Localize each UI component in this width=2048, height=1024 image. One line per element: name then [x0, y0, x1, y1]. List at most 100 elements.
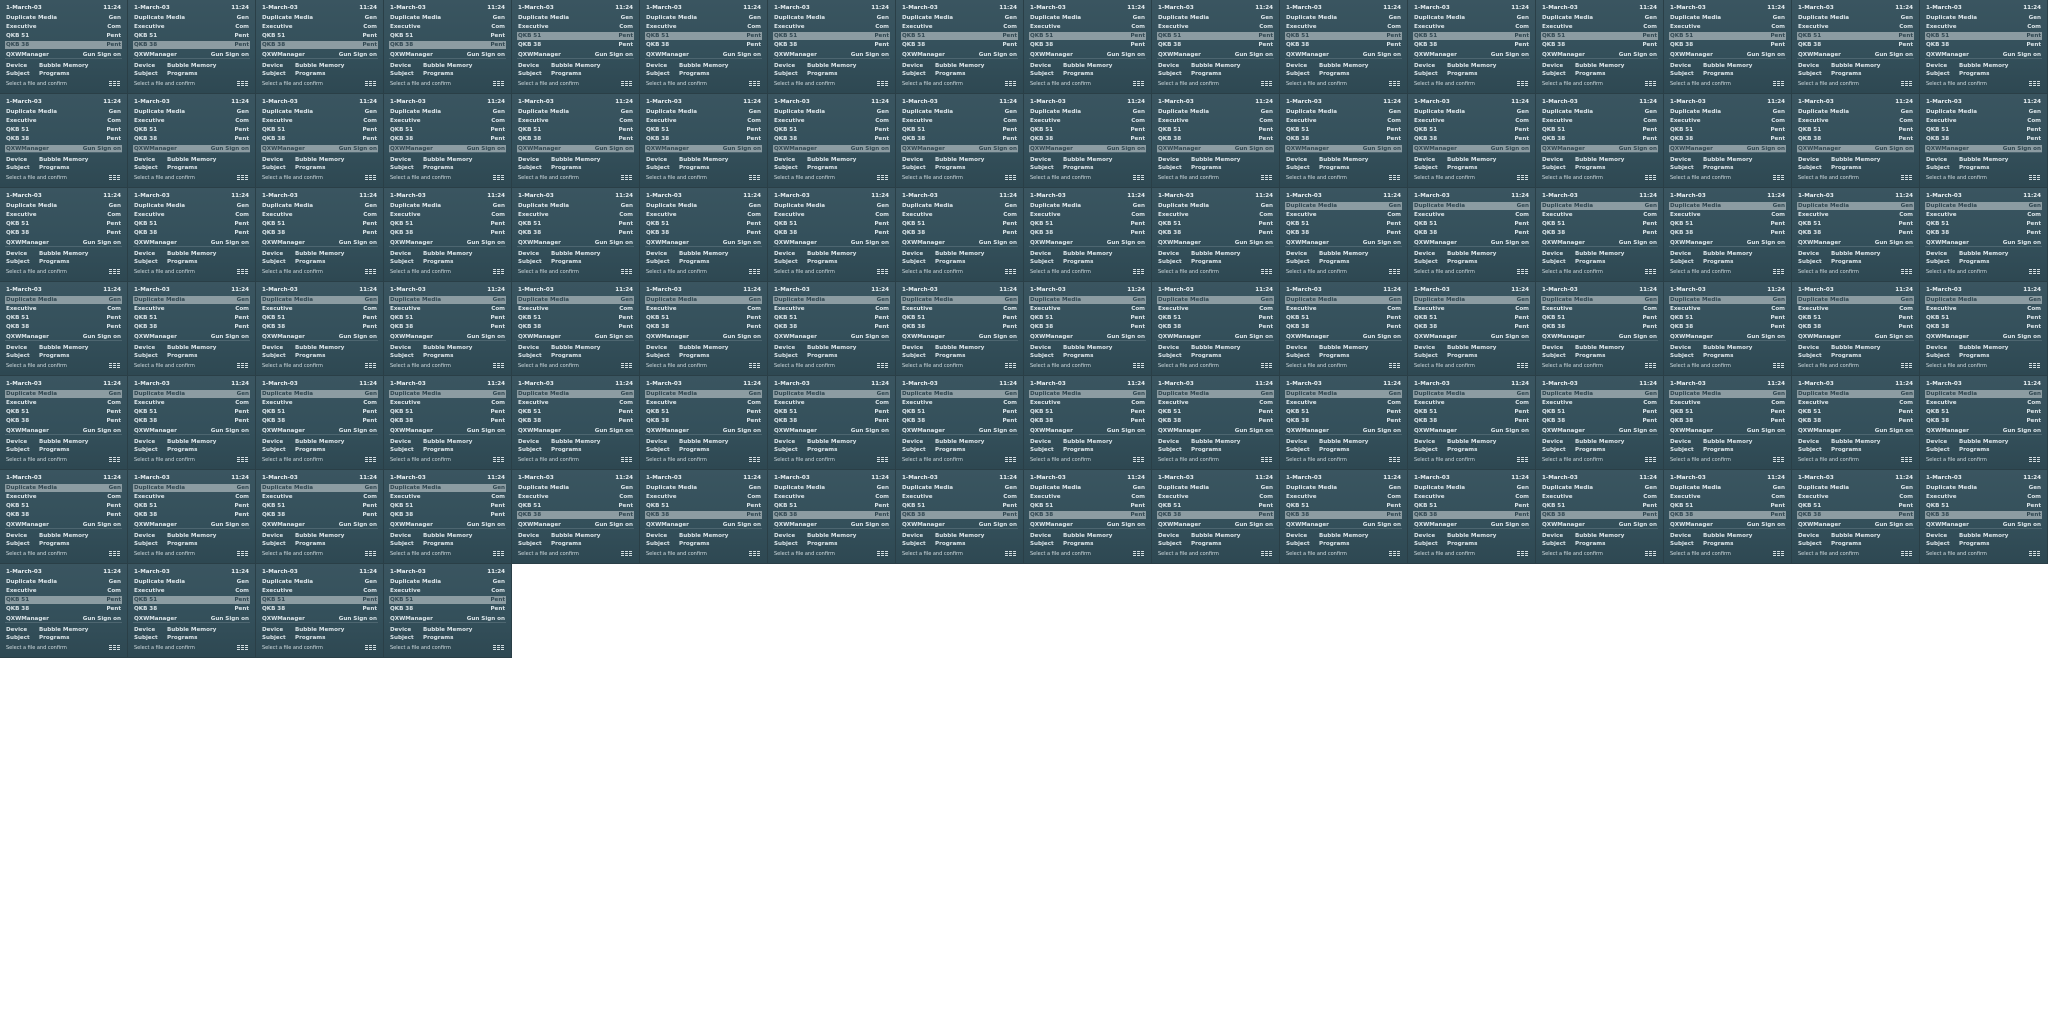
menu-item[interactable]: QKB 38 Pent: [133, 417, 250, 425]
menu-item[interactable]: QKB 51 Pent: [1413, 502, 1530, 510]
menu-item[interactable]: QKB 38 Pent: [1541, 323, 1658, 331]
menu-item[interactable]: QKB 51 Pent: [1925, 32, 2042, 40]
menu-item[interactable]: Executive Com: [1669, 399, 1786, 407]
menu-item[interactable]: QKB 38 Pent: [261, 41, 378, 49]
menu-item[interactable]: QKB 38 Pent: [517, 41, 634, 49]
menu-item[interactable]: Executive Com: [1285, 399, 1402, 407]
menu-item[interactable]: Duplicate Media Gen: [261, 202, 378, 210]
menu-item[interactable]: QKB 51 Pent: [261, 502, 378, 510]
menu-item[interactable]: QKB 51 Pent: [1157, 502, 1274, 510]
menu-item[interactable]: Duplicate Media Gen: [1797, 390, 1914, 398]
menu-item[interactable]: Duplicate Media Gen: [1797, 484, 1914, 492]
keyboard-icon[interactable]: [877, 81, 888, 87]
menu-item[interactable]: Duplicate Media Gen: [1669, 296, 1786, 304]
menu-item[interactable]: Executive Com: [1029, 211, 1146, 219]
menu-item[interactable]: Executive Com: [1925, 399, 2042, 407]
menu-item[interactable]: Executive Com: [1285, 305, 1402, 313]
keyboard-icon[interactable]: [749, 81, 760, 87]
menu-item[interactable]: Duplicate Media Gen: [389, 108, 506, 116]
menu-item[interactable]: Duplicate Media Gen: [773, 14, 890, 22]
menu-item[interactable]: QKB 38 Pent: [517, 511, 634, 519]
menu-item[interactable]: QKB 38 Pent: [517, 417, 634, 425]
menu-item[interactable]: Duplicate Media Gen: [133, 484, 250, 492]
keyboard-icon[interactable]: [749, 457, 760, 463]
keyboard-icon[interactable]: [237, 81, 248, 87]
menu-item[interactable]: Duplicate Media Gen: [1285, 202, 1402, 210]
menu-item[interactable]: QKB 38 Pent: [901, 41, 1018, 49]
menu-item[interactable]: Executive Com: [261, 305, 378, 313]
keyboard-icon[interactable]: [1261, 81, 1272, 87]
menu-item[interactable]: QKB 51 Pent: [389, 32, 506, 40]
menu-item[interactable]: QKB 51 Pent: [1029, 408, 1146, 416]
menu-item[interactable]: Executive Com: [1285, 211, 1402, 219]
menu-item[interactable]: QKB 51 Pent: [1029, 502, 1146, 510]
keyboard-icon[interactable]: [365, 175, 376, 181]
keyboard-icon[interactable]: [1389, 457, 1400, 463]
menu-item[interactable]: Duplicate Media Gen: [645, 14, 762, 22]
keyboard-icon[interactable]: [1517, 81, 1528, 87]
menu-item[interactable]: Duplicate Media Gen: [5, 108, 122, 116]
menu-item[interactable]: QKB 38 Pent: [1797, 417, 1914, 425]
keyboard-icon[interactable]: [749, 175, 760, 181]
menu-item[interactable]: QKB 51 Pent: [645, 314, 762, 322]
menu-item[interactable]: Executive Com: [1797, 399, 1914, 407]
menu-item[interactable]: Duplicate Media Gen: [1669, 390, 1786, 398]
menu-item[interactable]: Executive Com: [1541, 23, 1658, 31]
menu-item[interactable]: Executive Com: [261, 587, 378, 595]
menu-item[interactable]: QKB 51 Pent: [517, 126, 634, 134]
menu-item[interactable]: QKB 51 Pent: [773, 126, 890, 134]
menu-item[interactable]: Duplicate Media Gen: [1285, 296, 1402, 304]
menu-item[interactable]: Duplicate Media Gen: [1029, 296, 1146, 304]
menu-item[interactable]: QKB 38 Pent: [1669, 323, 1786, 331]
menu-item[interactable]: Executive Com: [389, 211, 506, 219]
keyboard-icon[interactable]: [749, 269, 760, 275]
menu-item[interactable]: QKB 38 Pent: [1925, 417, 2042, 425]
menu-item[interactable]: Duplicate Media Gen: [133, 202, 250, 210]
menu-item[interactable]: Duplicate Media Gen: [901, 108, 1018, 116]
menu-item[interactable]: QKB 51 Pent: [133, 502, 250, 510]
menu-item[interactable]: Executive Com: [1925, 211, 2042, 219]
menu-item[interactable]: QKB 38 Pent: [1285, 41, 1402, 49]
menu-item[interactable]: QKB 38 Pent: [1029, 41, 1146, 49]
menu-item[interactable]: Executive Com: [261, 23, 378, 31]
menu-item[interactable]: QKB 38 Pent: [1797, 41, 1914, 49]
menu-item[interactable]: Duplicate Media Gen: [5, 14, 122, 22]
menu-item[interactable]: QKB 38 Pent: [1925, 135, 2042, 143]
menu-item[interactable]: Duplicate Media Gen: [773, 390, 890, 398]
menu-item[interactable]: QKB 51 Pent: [1925, 408, 2042, 416]
menu-item[interactable]: QKB 38 Pent: [5, 41, 122, 49]
menu-item[interactable]: QKB 51 Pent: [389, 502, 506, 510]
keyboard-icon[interactable]: [1901, 457, 1912, 463]
menu-item[interactable]: QKB 38 Pent: [5, 605, 122, 613]
menu-item[interactable]: QKB 38 Pent: [133, 511, 250, 519]
menu-item[interactable]: QKB 38 Pent: [1157, 323, 1274, 331]
menu-item[interactable]: QKB 51 Pent: [261, 408, 378, 416]
menu-item[interactable]: QKB 51 Pent: [645, 408, 762, 416]
menu-item[interactable]: QKB 38 Pent: [5, 135, 122, 143]
menu-item[interactable]: QKB 38 Pent: [1413, 229, 1530, 237]
menu-item[interactable]: Executive Com: [389, 587, 506, 595]
menu-item[interactable]: Executive Com: [1413, 23, 1530, 31]
menu-item[interactable]: Executive Com: [773, 305, 890, 313]
keyboard-icon[interactable]: [1133, 551, 1144, 557]
menu-item[interactable]: QKB 51 Pent: [1029, 32, 1146, 40]
keyboard-icon[interactable]: [877, 457, 888, 463]
menu-item[interactable]: QKB 38 Pent: [645, 41, 762, 49]
menu-item[interactable]: QKB 38 Pent: [1413, 417, 1530, 425]
keyboard-icon[interactable]: [1389, 551, 1400, 557]
keyboard-icon[interactable]: [1645, 457, 1656, 463]
menu-item[interactable]: Executive Com: [1157, 117, 1274, 125]
menu-item[interactable]: Executive Com: [1157, 305, 1274, 313]
keyboard-icon[interactable]: [621, 175, 632, 181]
menu-item[interactable]: QKB 38 Pent: [389, 511, 506, 519]
menu-item[interactable]: QKB 38 Pent: [1285, 323, 1402, 331]
keyboard-icon[interactable]: [365, 645, 376, 651]
menu-item[interactable]: QKB 51 Pent: [133, 596, 250, 604]
menu-item[interactable]: QKB 38 Pent: [1925, 229, 2042, 237]
menu-item[interactable]: QKB 51 Pent: [1669, 502, 1786, 510]
menu-item[interactable]: QKB 38 Pent: [1285, 135, 1402, 143]
menu-item[interactable]: QKB 38 Pent: [261, 229, 378, 237]
menu-item[interactable]: QKB 51 Pent: [517, 32, 634, 40]
menu-item[interactable]: QKB 38 Pent: [1413, 135, 1530, 143]
menu-item[interactable]: Executive Com: [1029, 399, 1146, 407]
